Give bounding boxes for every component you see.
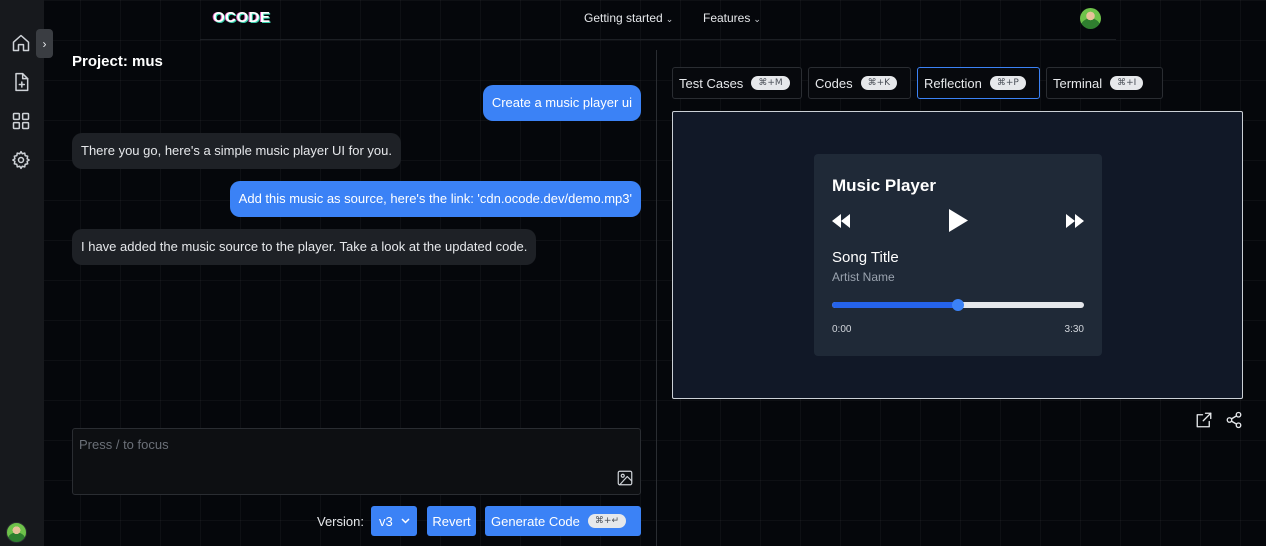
chevron-down-icon — [401, 518, 410, 524]
progress-knob[interactable] — [952, 299, 964, 311]
current-time: 0:00 — [832, 324, 852, 335]
home-icon[interactable] — [10, 32, 32, 54]
song-title: Song Title — [832, 249, 899, 266]
shortcut-badge: ⌘+P — [989, 76, 1026, 90]
progress-slider[interactable] — [832, 299, 1084, 311]
revert-button[interactable]: Revert — [427, 506, 476, 536]
shortcut-badge: ⌘+K — [860, 76, 898, 90]
panel-divider[interactable] — [656, 50, 657, 546]
chat-message-user: Add this music as source, here's the lin… — [229, 181, 641, 217]
shortcut-badge: ⌘+M — [751, 76, 790, 90]
fast-forward-icon[interactable] — [1065, 213, 1085, 234]
chevron-down-icon: ⌄ — [753, 14, 761, 24]
nav-link-label: Getting started — [584, 11, 663, 25]
grid-icon[interactable] — [10, 110, 32, 132]
top-navigation: OCODE Getting started ⌄ Features ⌄ — [200, 0, 1116, 40]
prompt-input[interactable]: Press / to focus — [72, 428, 641, 495]
player-title: Music Player — [832, 176, 936, 195]
nav-link-label: Features — [703, 11, 751, 25]
rewind-icon[interactable] — [831, 213, 851, 234]
logo[interactable]: OCODE — [213, 9, 271, 26]
image-upload-icon[interactable] — [616, 469, 634, 487]
user-avatar[interactable] — [6, 522, 27, 543]
avatar[interactable] — [1080, 8, 1101, 29]
duration: 3:30 — [1064, 324, 1084, 335]
version-select[interactable]: v3 — [371, 506, 417, 536]
play-icon[interactable] — [947, 208, 969, 238]
shortcut-badge: ⌘+I — [1110, 76, 1144, 90]
project-title: Project: mus — [72, 53, 163, 70]
chevron-down-icon: ⌄ — [665, 14, 674, 24]
chat-message-assistant: There you go, here's a simple music play… — [72, 133, 402, 169]
nav-link-features[interactable]: Features ⌄ — [703, 11, 761, 25]
shortcut-badge: ⌘+↵ — [587, 514, 626, 528]
tab-label: Reflection — [924, 75, 982, 91]
chat-message-user: Create a music player ui — [482, 85, 641, 121]
nav-link-getting-started[interactable]: Getting started ⌄ — [584, 11, 673, 25]
music-player-card: Music Player Song Title Artist Name 0:00… — [814, 154, 1102, 356]
prompt-placeholder: Press / to focus — [79, 437, 169, 452]
sidebar-toggle-button[interactable]: › — [36, 29, 53, 58]
tab-reflection[interactable]: Reflection ⌘+P — [917, 67, 1040, 99]
tab-label: Terminal — [1053, 75, 1103, 91]
tab-label: Test Cases — [679, 75, 744, 91]
generate-code-label: Generate Code — [491, 513, 580, 529]
tab-terminal[interactable]: Terminal ⌘+I — [1046, 67, 1163, 99]
tab-test-cases[interactable]: Test Cases ⌘+M — [672, 67, 802, 99]
new-file-icon[interactable] — [10, 71, 32, 93]
preview-frame: Music Player Song Title Artist Name 0:00… — [672, 111, 1243, 399]
progress-fill — [832, 302, 958, 308]
artist-name: Artist Name — [832, 270, 895, 284]
tab-label: Codes — [815, 75, 853, 91]
settings-icon[interactable] — [10, 149, 32, 171]
version-label: Version: — [317, 514, 364, 529]
share-icon[interactable] — [1225, 411, 1243, 429]
open-external-icon[interactable] — [1195, 411, 1213, 429]
tab-codes[interactable]: Codes ⌘+K — [808, 67, 911, 99]
chat-message-assistant: I have added the music source to the pla… — [72, 229, 537, 265]
sidebar — [0, 0, 44, 546]
generate-code-button[interactable]: Generate Code ⌘+↵ — [485, 506, 641, 536]
version-value: v3 — [379, 513, 393, 529]
